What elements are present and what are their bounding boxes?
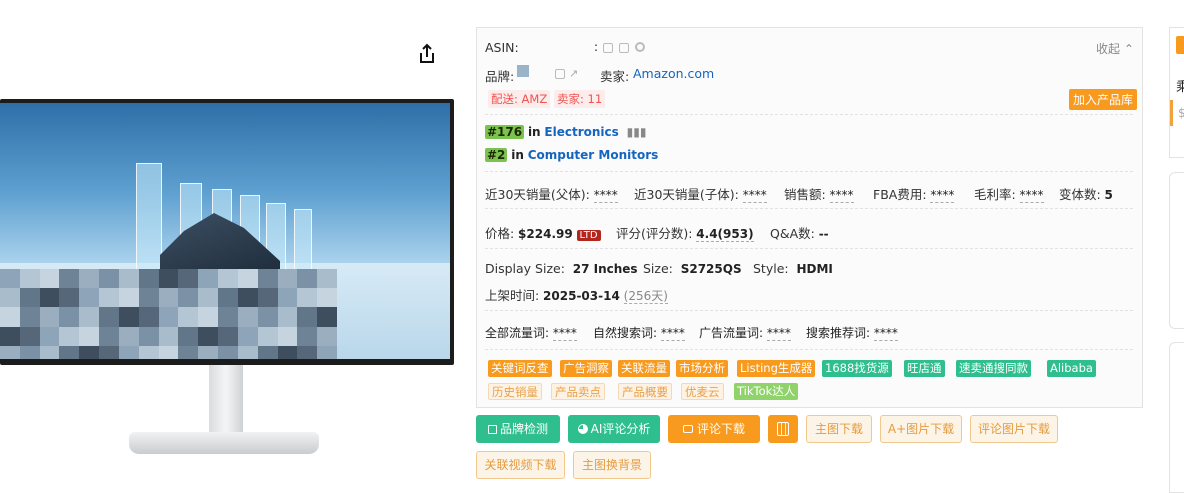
message-icon [682, 425, 693, 433]
pie-chart-icon [577, 424, 588, 434]
rank-row: #176 in Electronics ▮▮▮ [485, 125, 647, 139]
calculator-button[interactable] [768, 415, 798, 443]
copy-icon[interactable] [555, 69, 565, 79]
share-icon[interactable] [415, 42, 439, 66]
side-widget[interactable]: 乘 $ [1169, 27, 1184, 158]
tool-selling-points[interactable]: 产品卖点 [551, 383, 605, 400]
asin-value[interactable]: : [594, 40, 598, 54]
tool-related-traffic[interactable]: 关联流量 [618, 360, 670, 377]
accent-bar [1170, 100, 1173, 126]
metric-item: FBA费用: **** [873, 187, 955, 203]
ltd-badge: LTD [576, 230, 601, 241]
spec-item: Display Size: 27 Inches [485, 261, 638, 276]
collapse-button[interactable]: 收起 ⌃ [1096, 40, 1134, 57]
tool-1688-source[interactable]: 1688找货源 [822, 360, 892, 377]
tool-aliexpress-same[interactable]: 速卖通搜同款 [956, 360, 1031, 377]
side-widget-price: $ [1178, 106, 1184, 120]
qa-item: Q&A数: -- [770, 226, 829, 241]
tool-keyword-reverse[interactable]: 关键词反查 [488, 360, 552, 377]
price-item: 价格: $224.99 LTD [485, 223, 601, 242]
side-panel [1169, 172, 1184, 329]
rank-row: #2 in Computer Monitors [485, 148, 659, 162]
chevron-up-icon: ⌃ [1123, 42, 1134, 56]
side-widget-label: 乘 [1176, 80, 1184, 95]
pixelated-overlay [0, 269, 337, 359]
external-link-icon[interactable]: ↗ [569, 67, 578, 80]
bar-chart-icon[interactable]: ▮▮▮ [627, 125, 647, 139]
copy-icon[interactable] [603, 43, 613, 53]
delivery-badge: 配送: AMZ [488, 90, 551, 108]
add-to-library-button[interactable]: 加入产品库 [1069, 89, 1138, 110]
traffic-item: 自然搜索词: **** [593, 326, 685, 341]
rank-badge: #176 [485, 125, 525, 139]
rank-badge: #2 [485, 148, 508, 162]
brand-logo [517, 65, 529, 77]
product-image[interactable] [0, 99, 454, 367]
ai-review-analysis-button[interactable]: AI评论分析 [568, 415, 660, 443]
seller-label: 卖家: [600, 69, 630, 84]
category-link[interactable]: Electronics [544, 125, 618, 139]
copy-icon[interactable] [619, 43, 629, 53]
brand-label: 品牌: [485, 69, 515, 84]
product-page: ASIN: : 收起 ⌃ 品牌: ↗ 卖家: Amazon.com 配送: AM… [0, 0, 1184, 493]
product-info-panel: ASIN: : 收起 ⌃ 品牌: ↗ 卖家: Amazon.com 配送: AM… [476, 27, 1143, 408]
metric-item: 销售额: **** [784, 187, 854, 203]
tool-product-summary[interactable]: 产品概要 [618, 383, 672, 400]
spec-item: Style: HDMI [753, 261, 833, 276]
metric-item: 毛利率: **** [974, 187, 1044, 203]
calculator-icon [777, 422, 789, 436]
monitor-base [129, 432, 319, 454]
metric-item: 近30天销量(父体): **** [485, 187, 618, 203]
side-panel [1169, 342, 1184, 493]
monitor-stand [209, 365, 243, 437]
listing-date: 上架时间: 2025-03-14 (256天) [485, 288, 668, 304]
tool-market-analysis[interactable]: 市场分析 [676, 360, 728, 377]
category-link[interactable]: Computer Monitors [528, 148, 659, 162]
tool-tiktok-influencer[interactable]: TikTok达人 [734, 383, 799, 400]
metric-item: 变体数: 5 [1059, 187, 1113, 202]
review-image-download-button[interactable]: 评论图片下载 [970, 415, 1058, 443]
main-image-download-button[interactable]: 主图下载 [806, 415, 872, 443]
spec-item: Size: S2725QS [643, 261, 742, 276]
seller-link[interactable]: Amazon.com [633, 66, 714, 81]
traffic-item: 全部流量词: **** [485, 326, 577, 341]
location-icon[interactable] [635, 42, 645, 52]
review-download-button[interactable]: 评论下载 [668, 415, 760, 443]
brand-check-button[interactable]: 品牌检测 [476, 415, 560, 443]
aplus-image-download-button[interactable]: A+图片下载 [880, 415, 962, 443]
square-icon [487, 425, 497, 434]
related-video-download-button[interactable]: 关联视频下载 [476, 451, 565, 479]
tool-youmaiyun[interactable]: 优麦云 [681, 383, 724, 400]
asin-label: ASIN: [485, 40, 519, 55]
tool-alibaba[interactable]: Alibaba [1047, 360, 1096, 377]
metric-item: 近30天销量(子体): **** [634, 187, 767, 203]
main-image-background-button[interactable]: 主图换背景 [573, 451, 651, 479]
logo-icon [1176, 36, 1184, 54]
tool-listing-generator[interactable]: Listing生成器 [737, 360, 816, 377]
tool-ad-insight[interactable]: 广告洞察 [560, 360, 612, 377]
rating-item: 评分(评分数): 4.4(953) [616, 226, 754, 242]
seller-count-badge[interactable]: 卖家: 11 [554, 90, 606, 108]
tool-wangdiantong[interactable]: 旺店通 [904, 360, 945, 377]
traffic-item: 搜索推荐词: **** [806, 326, 898, 341]
traffic-item: 广告流量词: **** [699, 326, 791, 341]
tool-history-sales[interactable]: 历史销量 [488, 383, 542, 400]
